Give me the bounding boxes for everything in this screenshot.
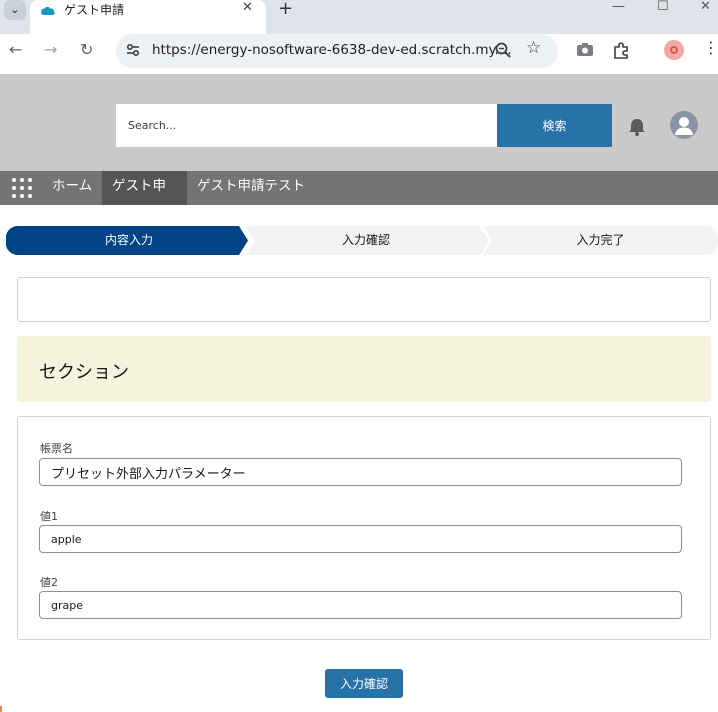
user-icon [675, 117, 693, 135]
path-step-input[interactable]: 内容入力 [6, 226, 252, 255]
avatar[interactable] [670, 111, 698, 139]
browser-tab[interactable]: ゲスト申請 ✕ [30, 0, 266, 34]
field-label-form-name: 帳票名 [40, 442, 73, 455]
url-text: https://energy-nosoftware-6638-dev-ed.sc… [152, 42, 512, 58]
forward-icon[interactable]: → [44, 40, 57, 59]
minimize-icon[interactable]: — [612, 0, 625, 14]
field-label-value2: 値2 [40, 576, 58, 589]
section-title: セクション [39, 362, 129, 383]
reload-icon[interactable]: ↻ [80, 40, 93, 59]
nav-item-guest-request[interactable]: ゲスト申請 [102, 171, 187, 225]
path-step-complete[interactable]: 入力完了 [483, 226, 718, 255]
camera-icon[interactable] [576, 42, 594, 58]
empty-card [17, 277, 711, 322]
kebab-menu-icon[interactable]: ⋮ [703, 38, 718, 57]
navigation-bar: ホーム ゲスト申請 ゲスト申請テスト [0, 171, 718, 225]
nav-item-home[interactable]: ホーム [42, 171, 102, 205]
browser-toolbar: ← → ↻ https://energy-nosoftware-6638-dev… [0, 34, 718, 74]
extensions-icon[interactable] [612, 42, 630, 60]
value1-input[interactable] [39, 525, 682, 553]
app-launcher-icon[interactable] [12, 178, 32, 198]
site-header: 検索 [0, 74, 718, 171]
form-name-input[interactable] [39, 458, 682, 486]
star-icon[interactable]: ☆ [526, 38, 541, 58]
maximize-icon[interactable]: ☐ [657, 0, 669, 14]
salesforce-cloud-icon [41, 6, 55, 15]
value2-input[interactable] [39, 591, 682, 619]
form-card: 帳票名 値1 値2 [17, 416, 711, 640]
search-input[interactable] [116, 104, 497, 147]
tab-menu-icon[interactable]: ⌄ [4, 0, 26, 20]
profile-icon[interactable] [664, 40, 684, 60]
section-header: セクション [17, 336, 711, 402]
zoom-icon[interactable] [494, 41, 512, 59]
browser-tab-strip: ⌄ ゲスト申請 ✕ + — ☐ ✕ [0, 0, 718, 34]
close-icon[interactable]: ✕ [242, 0, 253, 15]
nav-item-guest-request-test[interactable]: ゲスト申請テスト [187, 171, 315, 205]
path-step-confirm[interactable]: 入力確認 [246, 226, 486, 255]
plus-icon[interactable]: + [278, 0, 293, 19]
bell-icon[interactable] [626, 117, 648, 137]
address-bar[interactable]: https://energy-nosoftware-6638-dev-ed.sc… [116, 34, 558, 68]
tab-title: ゲスト申請 [64, 3, 125, 17]
close-window-icon[interactable]: ✕ [700, 0, 711, 14]
site-info-icon[interactable] [124, 41, 142, 59]
edge-marker [0, 706, 2, 712]
progress-path: 内容入力 入力確認 入力完了 [6, 226, 718, 255]
search-button[interactable]: 検索 [497, 104, 612, 147]
field-label-value1: 値1 [40, 510, 58, 523]
confirm-button[interactable]: 入力確認 [325, 669, 403, 698]
back-icon[interactable]: ← [9, 40, 22, 59]
